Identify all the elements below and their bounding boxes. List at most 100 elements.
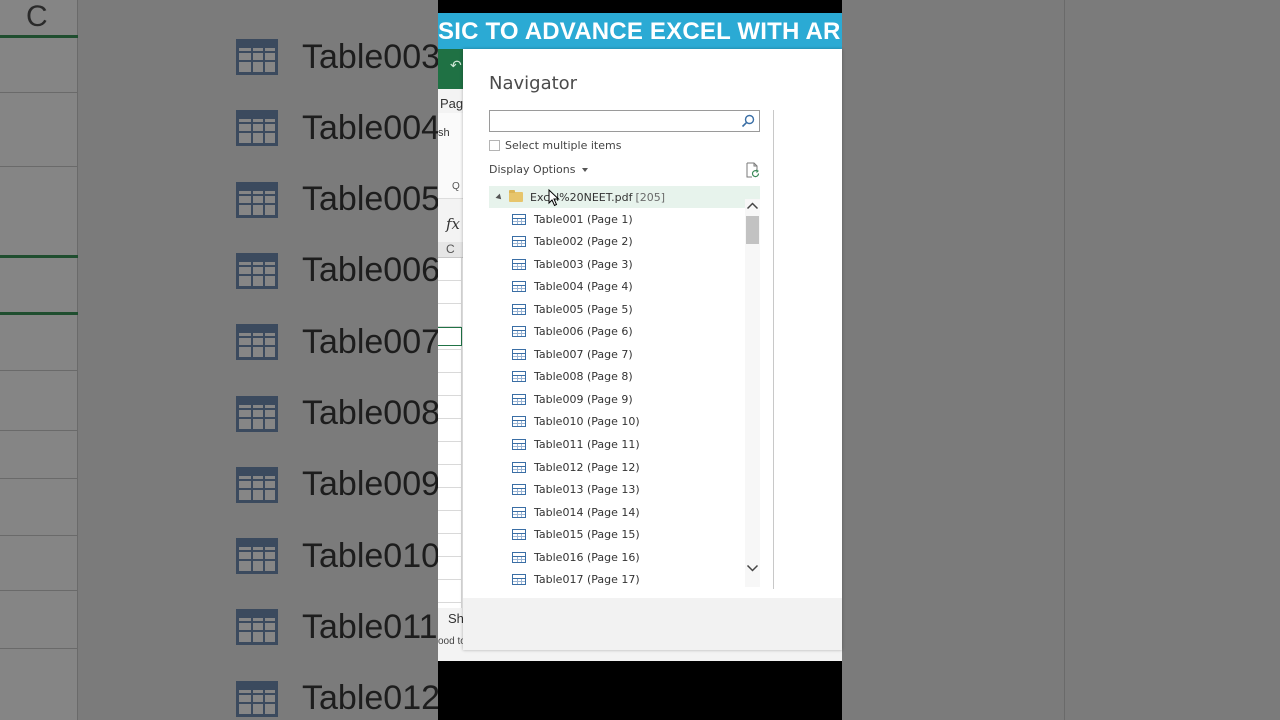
- tree-item-label: Table004 (Page 4): [534, 280, 633, 294]
- background-gridline: [0, 430, 78, 431]
- display-options-label: Display Options: [489, 163, 576, 176]
- table-icon: [512, 506, 526, 518]
- background-column: [1064, 0, 1065, 720]
- search-icon[interactable]: [741, 114, 755, 128]
- table-icon: [512, 371, 526, 383]
- search-input[interactable]: [489, 110, 760, 132]
- tree-table-item[interactable]: Table008 (Page 8): [489, 366, 745, 388]
- root-count: [205]: [635, 190, 666, 204]
- sheet-tab[interactable]: Sh: [448, 611, 464, 626]
- tree-item-label: Table014 (Page 14): [534, 505, 640, 519]
- table-icon: [236, 39, 278, 75]
- background-column: [0, 0, 78, 720]
- table-icon: [512, 213, 526, 225]
- root-label: Excel%20NEET.pdf: [530, 190, 633, 204]
- select-multiple-label: Select multiple items: [505, 139, 622, 152]
- background-table-row: Table011: [236, 605, 438, 649]
- background-table-row: Table012: [236, 677, 438, 720]
- refresh-document-icon[interactable]: [745, 162, 760, 178]
- status-bar-text: ood to: [438, 636, 466, 647]
- tree-table-item[interactable]: Table001 (Page 1): [489, 208, 745, 230]
- tree-scrollbar[interactable]: [745, 199, 760, 587]
- tree-item-label: Table008 (Page 8): [534, 370, 633, 384]
- select-multiple-checkbox[interactable]: Select multiple items: [489, 139, 621, 152]
- tree-table-item[interactable]: Table002 (Page 2): [489, 231, 745, 253]
- background-table-label: Table004: [302, 108, 438, 147]
- table-icon: [236, 324, 278, 361]
- table-icon: [236, 252, 278, 289]
- background-right: [842, 0, 1280, 720]
- table-icon: [512, 236, 526, 248]
- folder-icon: [509, 190, 523, 202]
- tree-table-item[interactable]: Table007 (Page 7): [489, 343, 745, 365]
- tree-table-item[interactable]: Table010 (Page 10): [489, 411, 745, 433]
- tree-item-label: Table006 (Page 6): [534, 325, 633, 339]
- tree-table-item[interactable]: Table016 (Page 16): [489, 546, 745, 568]
- background-gridline: [0, 166, 78, 167]
- background-table-row: Table006: [236, 249, 438, 293]
- table-icon: [512, 348, 526, 360]
- dialog-footer: [463, 598, 842, 650]
- banner-text: SIC TO ADVANCE EXCEL WITH ARRA: [438, 18, 842, 45]
- background-table-row: Table009: [236, 463, 438, 507]
- fx-icon[interactable]: fx: [446, 215, 460, 233]
- tree-table-item[interactable]: Table005 (Page 5): [489, 298, 745, 320]
- tree-table-item[interactable]: Table012 (Page 12): [489, 456, 745, 478]
- table-icon: [236, 110, 278, 147]
- chevron-up-icon[interactable]: [745, 199, 760, 213]
- tree-item-label: Table005 (Page 5): [534, 302, 633, 316]
- background-divider: [0, 312, 78, 315]
- queries-group-label: Q: [452, 181, 460, 192]
- table-icon: [512, 529, 526, 541]
- table-icon: [236, 538, 278, 575]
- tree-table-item[interactable]: Table014 (Page 14): [489, 501, 745, 523]
- table-icon: [512, 303, 526, 315]
- tree-item-label: Table009 (Page 9): [534, 392, 633, 406]
- background-divider: [0, 35, 78, 38]
- refresh-label[interactable]: sh: [438, 127, 450, 139]
- table-icon: [512, 551, 526, 563]
- background-table-label: Table009: [302, 465, 438, 504]
- display-options-dropdown[interactable]: Display Options: [489, 163, 588, 176]
- background-gridline: [0, 648, 78, 649]
- selected-cell[interactable]: [438, 327, 462, 346]
- table-icon: [512, 393, 526, 405]
- tree-table-item[interactable]: Table015 (Page 15): [489, 524, 745, 546]
- tree-table-item[interactable]: Table004 (Page 4): [489, 276, 745, 298]
- tree-item-label: Table001 (Page 1): [534, 212, 633, 226]
- tree-item-label: Table011 (Page 11): [534, 438, 640, 451]
- chevron-down-icon[interactable]: [745, 561, 760, 575]
- tree-item-label: Table012 (Page 12): [534, 460, 640, 474]
- background-gridline: [0, 370, 78, 371]
- tree-item-label: Table015 (Page 15): [534, 528, 640, 542]
- table-icon: [236, 609, 278, 646]
- undo-icon[interactable]: ↶: [450, 57, 462, 74]
- background-gridline: [0, 535, 78, 536]
- background-divider: [0, 255, 78, 258]
- navigator-dialog: Navigator Select multiple items Display …: [463, 49, 842, 650]
- background-table-label: Table012: [302, 679, 438, 718]
- tree-root-item[interactable]: Excel%20NEET.pdf [205]: [489, 186, 760, 208]
- background-gridline: [0, 590, 78, 591]
- checkbox-box[interactable]: [489, 140, 500, 151]
- tree-table-item[interactable]: Table017 (Page 17): [489, 569, 745, 589]
- tab-page-layout[interactable]: Pag: [440, 96, 463, 111]
- table-icon: [236, 680, 278, 717]
- mouse-cursor-icon: [548, 189, 560, 207]
- expand-triangle-icon[interactable]: [495, 193, 504, 201]
- background-table-row: Table005: [236, 178, 438, 222]
- title-banner: SIC TO ADVANCE EXCEL WITH ARRA: [438, 13, 842, 49]
- tree-table-item[interactable]: Table006 (Page 6): [489, 321, 745, 343]
- background-column-letter: C: [26, 0, 48, 33]
- table-icon: [512, 326, 526, 338]
- navigator-tree: Excel%20NEET.pdf [205] Table001 (Page 1)…: [489, 186, 760, 589]
- tree-table-item[interactable]: Table003 (Page 3): [489, 253, 745, 275]
- scrollbar-thumb[interactable]: [746, 216, 759, 244]
- worksheet-cells[interactable]: [438, 258, 462, 608]
- tree-table-item[interactable]: Table013 (Page 13): [489, 479, 745, 501]
- tree-item-label: Table017 (Page 17): [534, 573, 640, 587]
- table-icon: [512, 484, 526, 496]
- tree-table-item[interactable]: Table011 (Page 11): [489, 434, 745, 456]
- tree-table-item[interactable]: Table009 (Page 9): [489, 388, 745, 410]
- background-table-row: Table007: [236, 320, 438, 364]
